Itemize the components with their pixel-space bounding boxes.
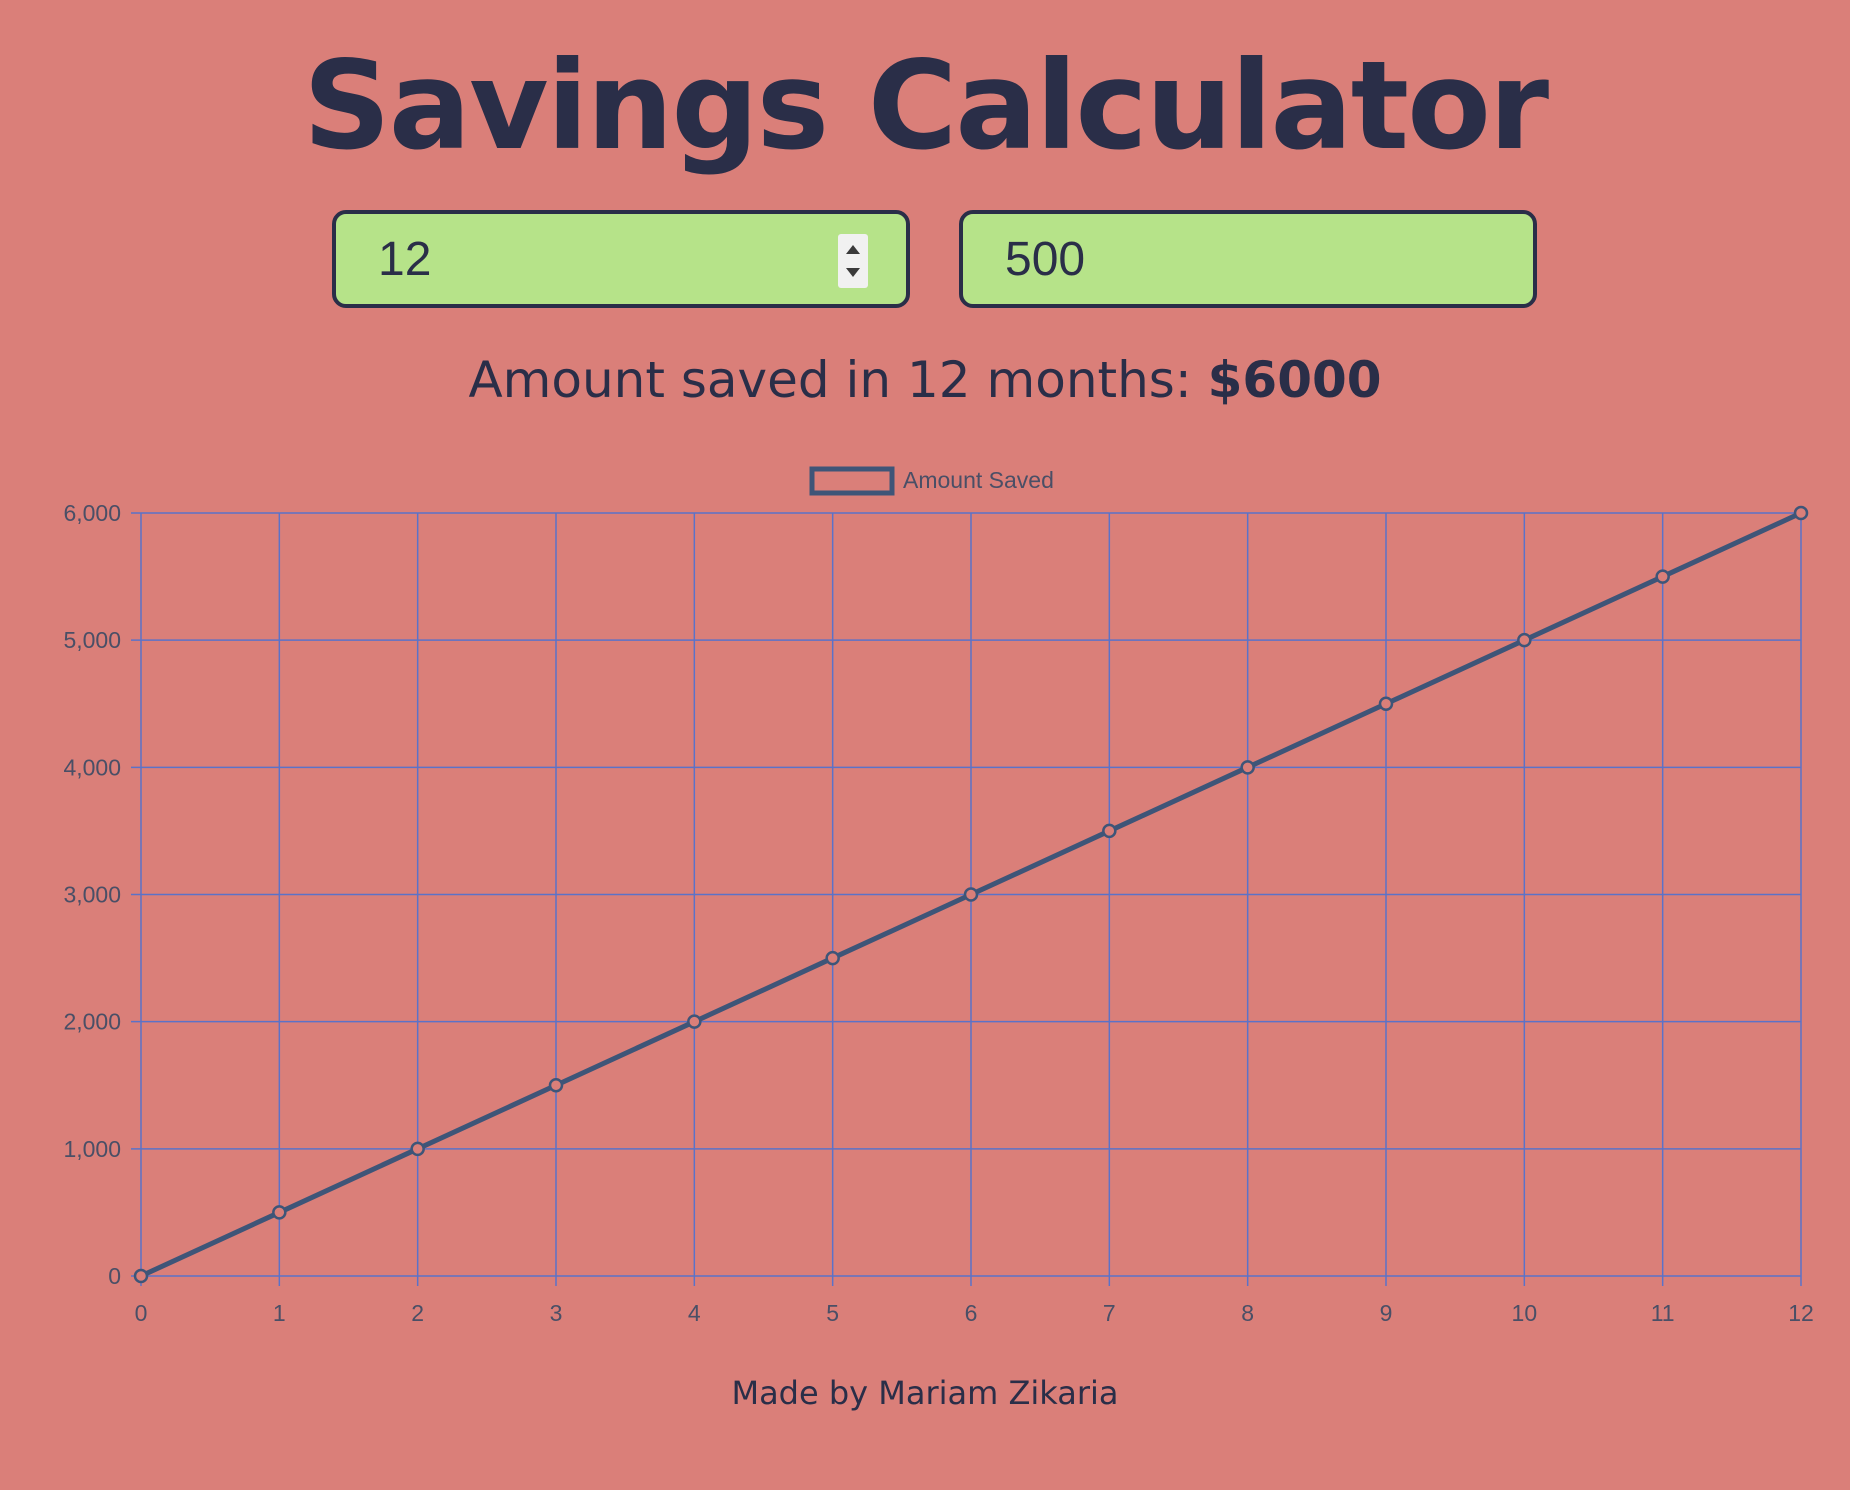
x-tick-label: 1 <box>273 1300 286 1326</box>
data-point <box>963 887 979 902</box>
y-tick-label: 4,000 <box>63 754 121 780</box>
data-point <box>1517 632 1532 648</box>
legend-swatch <box>809 466 895 496</box>
x-tick-label: 8 <box>1241 1300 1254 1326</box>
x-tick-label: 7 <box>1103 1300 1116 1326</box>
x-tick-label: 10 <box>1512 1300 1538 1326</box>
x-tick-label: 2 <box>411 1300 424 1326</box>
y-tick-label: 3,000 <box>63 882 121 908</box>
data-point <box>1102 823 1117 839</box>
x-tick-label: 9 <box>1380 1300 1393 1326</box>
data-point <box>687 1014 702 1029</box>
data-point <box>1240 760 1255 775</box>
data-point <box>1655 569 1670 584</box>
x-tick-label: 6 <box>965 1300 978 1326</box>
chart-legend: Amount Saved <box>809 466 1054 496</box>
chart-tick-labels: 0 1 2 3 4 5 6 7 8 9 10 11 1201,0002,0003,0004,0005,0… <box>63 500 1813 1326</box>
x-tick-label: 5 <box>826 1300 839 1326</box>
x-tick-label: 0 <box>135 1300 148 1326</box>
footer-credit: Made by Mariam Zikaria <box>731 1374 1119 1412</box>
x-tick-label: 11 <box>1651 1300 1675 1326</box>
data-point <box>825 950 840 966</box>
y-tick-label: 6,000 <box>63 500 121 526</box>
data-point <box>410 1141 425 1157</box>
legend-label: Amount Saved <box>903 467 1054 493</box>
y-tick-label: 5,000 <box>63 627 121 653</box>
y-tick-label: 1,000 <box>63 1136 121 1162</box>
data-point <box>1378 696 1394 711</box>
x-tick-label: 4 <box>688 1300 701 1326</box>
data-point <box>272 1205 287 1220</box>
x-tick-label: 12 <box>1788 1300 1814 1326</box>
data-point <box>133 1268 149 1284</box>
y-tick-label: 0 <box>108 1263 121 1289</box>
data-point <box>548 1078 564 1093</box>
data-point <box>1793 505 1809 521</box>
x-tick-label: 3 <box>550 1300 563 1326</box>
savings-chart: 0 1 2 3 4 5 6 7 8 9 10 11 1201,0002,0003,0004,0005,0… <box>63 466 1814 1326</box>
y-tick-label: 2,000 <box>63 1009 121 1035</box>
